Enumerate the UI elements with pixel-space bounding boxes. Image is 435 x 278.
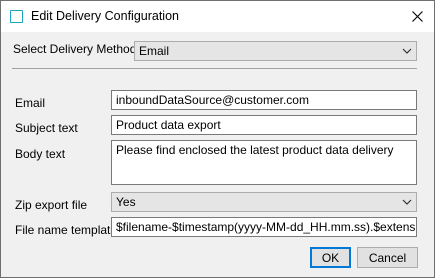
email-label: Email [15,96,46,110]
body-label: Body text [15,147,66,161]
chevron-down-icon [402,199,412,205]
close-button[interactable] [406,5,428,27]
chevron-down-icon [402,48,412,54]
delivery-method-label: Select Delivery Method [13,42,137,56]
zip-label: Zip export file [15,198,88,212]
close-icon [411,10,423,22]
cancel-button[interactable]: Cancel [357,247,418,268]
title-bar[interactable]: Edit Delivery Configuration [1,1,434,32]
delivery-method-select[interactable]: Email [134,41,417,61]
delivery-method-value: Email [139,44,170,58]
dialog-window: Edit Delivery Configuration Select Deliv… [0,0,435,278]
email-field[interactable]: inboundDataSource@customer.com [111,90,417,110]
window-square-icon [10,10,23,23]
zip-value: Yes [116,195,136,209]
separator [12,68,417,69]
filename-label: File name template [15,223,118,237]
filename-field[interactable]: $filename-$timestamp(yyyy-MM-dd_HH.mm.ss… [111,217,417,237]
subject-field[interactable]: Product data export [111,115,417,135]
ok-button[interactable]: OK [310,247,351,268]
zip-select[interactable]: Yes [111,192,417,212]
body-textarea[interactable]: Please find enclosed the latest product … [111,140,417,185]
dialog-title: Edit Delivery Configuration [31,9,179,23]
subject-label: Subject text [15,121,78,135]
